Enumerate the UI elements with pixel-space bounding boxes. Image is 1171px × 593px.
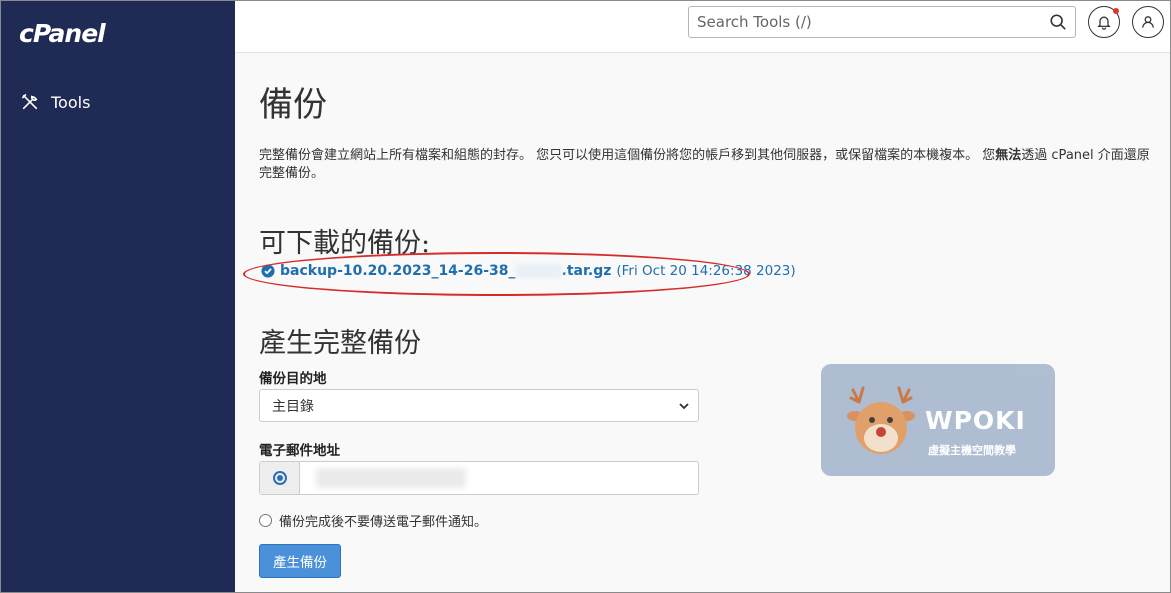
sidebar: cPanel Tools bbox=[1, 1, 235, 592]
generate-heading: 產生完整備份 bbox=[259, 328, 421, 359]
sidebar-item-tools[interactable]: Tools bbox=[21, 89, 90, 115]
redacted-username bbox=[515, 264, 562, 278]
backup-download-link[interactable]: backup-10.20.2023_14-26-38_ .tar.gz bbox=[280, 263, 611, 279]
backup-destination-value: 主目錄 bbox=[272, 398, 314, 415]
sidebar-item-label: Tools bbox=[51, 92, 91, 112]
backup-destination-select[interactable]: 主目錄 bbox=[259, 389, 699, 422]
backup-filename-prefix: backup-10.20.2023_14-26-38_ bbox=[280, 263, 516, 279]
email-radio-box[interactable] bbox=[260, 462, 300, 494]
email-input-group bbox=[259, 461, 699, 495]
backup-date: (Fri Oct 20 14:26:38 2023) bbox=[616, 263, 796, 279]
email-radio-selected[interactable] bbox=[272, 471, 287, 485]
backup-list-item: backup-10.20.2023_14-26-38_ .tar.gz (Fri … bbox=[261, 263, 796, 279]
window: cPanel Tools Search Tools (/) 備份 完整備份會建立… bbox=[0, 0, 1171, 593]
tools-icon bbox=[21, 93, 38, 110]
no-notify-label: 備份完成後不要傳送電子郵件通知。 bbox=[279, 515, 488, 530]
search-input[interactable] bbox=[689, 7, 1039, 37]
backup-filename-suffix: .tar.gz bbox=[561, 263, 612, 279]
chevron-down-icon bbox=[679, 403, 689, 410]
page-description: 完整備份會建立網站上所有檔案和組態的封存。 您只可以使用這個備份將您的帳戶移到其… bbox=[259, 147, 1159, 183]
notification-dot bbox=[1113, 8, 1119, 14]
description-bold: 無法 bbox=[995, 148, 1022, 163]
watermark-title: WPOKI bbox=[925, 406, 1026, 435]
email-label: 電子郵件地址 bbox=[259, 443, 340, 459]
cpanel-logo[interactable]: cPanel bbox=[19, 19, 106, 48]
main-content: 備份 完整備份會建立網站上所有檔案和組態的封存。 您只可以使用這個備份將您的帳戶… bbox=[235, 53, 1170, 592]
description-text-1: 完整備份會建立網站上所有檔案和組態的封存。 您只可以使用這個備份將您的帳戶移到其… bbox=[259, 148, 996, 163]
backup-destination-label: 備份目的地 bbox=[259, 371, 327, 387]
top-bar bbox=[235, 1, 1170, 53]
user-icon bbox=[1142, 16, 1154, 28]
email-field[interactable] bbox=[316, 468, 466, 488]
watermark: WPOKI 虛擬主機空間教學 bbox=[821, 364, 1055, 476]
downloads-heading: 可下載的備份: bbox=[259, 228, 431, 259]
no-notify-option[interactable]: 備份完成後不要傳送電子郵件通知。 bbox=[259, 511, 487, 530]
bell-icon bbox=[1097, 16, 1111, 30]
notifications-button[interactable] bbox=[1088, 6, 1120, 38]
search-box bbox=[688, 6, 1076, 38]
page-title: 備份 bbox=[259, 85, 327, 125]
user-menu-button[interactable] bbox=[1132, 6, 1164, 38]
no-notify-radio[interactable] bbox=[259, 514, 272, 527]
check-circle-icon bbox=[261, 264, 275, 278]
deer-logo-icon bbox=[847, 386, 915, 454]
watermark-subtitle: 虛擬主機空間教學 bbox=[928, 444, 1016, 457]
generate-backup-button[interactable]: 產生備份 bbox=[259, 544, 341, 578]
search-icon[interactable] bbox=[1049, 13, 1067, 31]
